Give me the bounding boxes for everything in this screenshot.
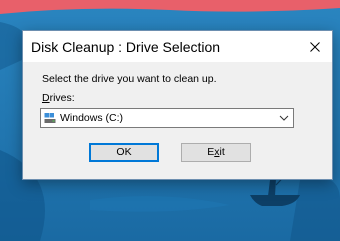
disk-cleanup-dialog: Disk Cleanup : Drive Selection Select th… <box>22 30 333 180</box>
instruction-text: Select the drive you want to clean up. <box>42 73 217 85</box>
drive-dropdown[interactable]: Windows (C:) <box>40 108 294 128</box>
drives-label: Drives: <box>42 92 75 104</box>
exit-label-post: it <box>219 146 225 158</box>
close-icon <box>310 41 320 52</box>
hard-drive-icon <box>44 113 56 123</box>
dialog-title: Disk Cleanup : Drive Selection <box>31 39 221 55</box>
ok-button[interactable]: OK <box>89 143 159 162</box>
exit-button[interactable]: Exit <box>181 143 251 162</box>
chevron-down-icon <box>279 115 289 121</box>
drives-label-accelerator: D <box>42 92 50 104</box>
selected-drive: Windows (C:) <box>60 112 124 124</box>
drives-label-rest: rives: <box>49 92 75 104</box>
dialog-titlebar: Disk Cleanup : Drive Selection <box>23 31 332 62</box>
close-button[interactable] <box>298 31 332 62</box>
